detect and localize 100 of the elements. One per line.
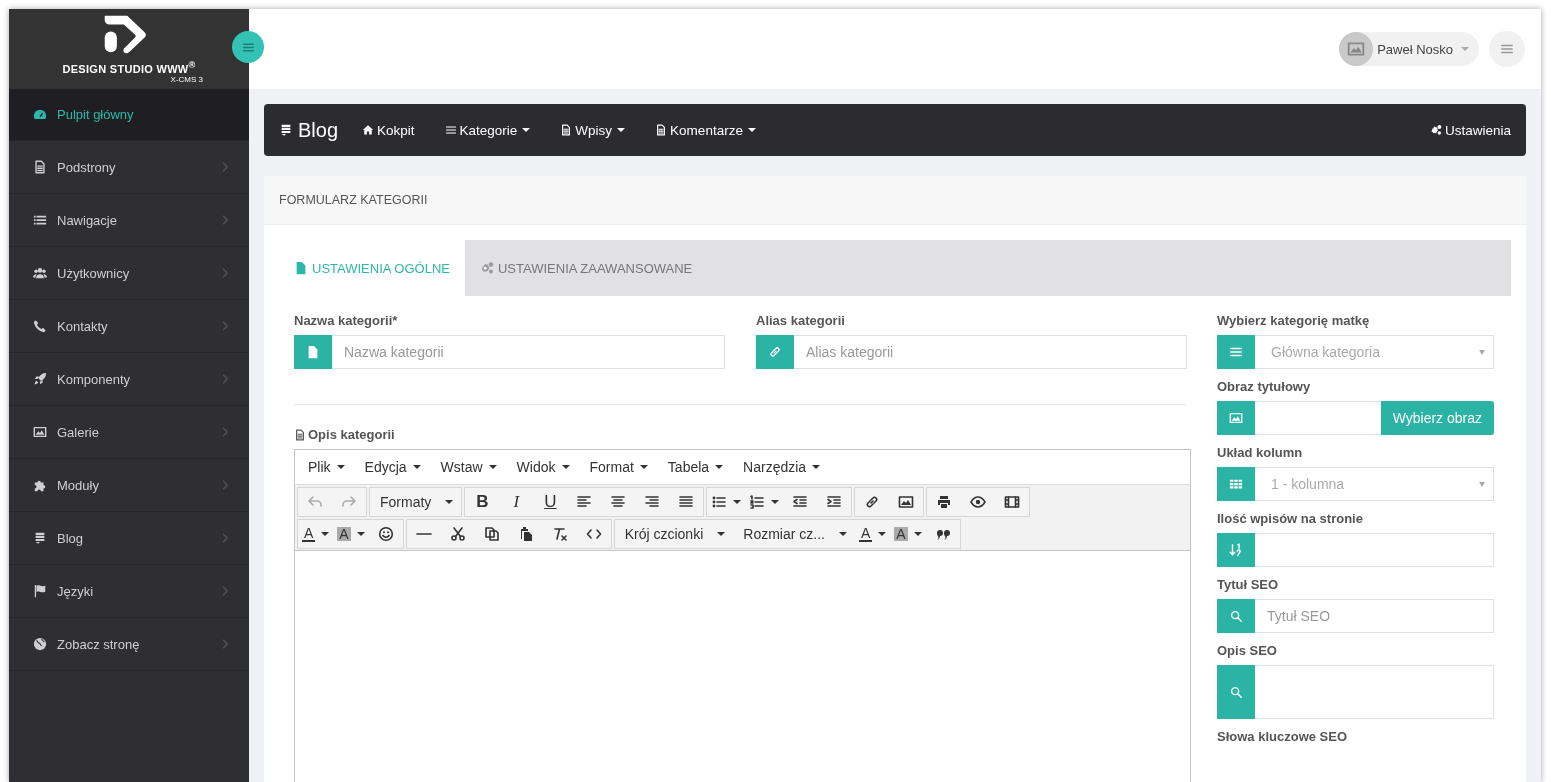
- document-icon: [560, 124, 573, 136]
- field-label: Obraz tytułowy: [1217, 379, 1312, 395]
- field-label: Alias kategorii: [756, 313, 846, 329]
- caret-icon: [445, 500, 454, 504]
- text-color-sample: A: [894, 527, 908, 541]
- search-icon: [1229, 609, 1243, 623]
- copy-icon: [483, 526, 500, 542]
- card-title: FORMULARZ KATEGORII: [264, 176, 1526, 225]
- menu-icon: [1500, 42, 1514, 56]
- phone-icon: [33, 319, 47, 333]
- caret-icon: [617, 128, 626, 132]
- redo-icon: [341, 494, 357, 510]
- select-value: 1 - kolumna: [1271, 476, 1345, 492]
- caret-icon: [356, 532, 365, 536]
- field-label: Układ kolumn: [1217, 445, 1304, 461]
- editor-menu-item[interactable]: Widok: [507, 459, 581, 475]
- film-icon: [1004, 494, 1021, 510]
- printer-icon: [936, 494, 953, 510]
- input-group[interactable]: Tytuł SEO: [1217, 599, 1494, 633]
- document-icon: [33, 160, 47, 174]
- sidebar-item[interactable]: Pulpit główny: [9, 89, 249, 141]
- eye-icon: [970, 494, 987, 510]
- undo-icon: [307, 494, 323, 510]
- nav-link[interactable]: Kokpit: [362, 122, 415, 138]
- stacked-lines-icon: [33, 531, 47, 545]
- image-icon: [898, 494, 915, 510]
- field-label: Opis kategorii: [308, 427, 395, 443]
- select-value: Główna kategoria: [1271, 344, 1380, 360]
- caret-icon: [522, 128, 531, 132]
- editor-menu-item[interactable]: Wstaw: [431, 459, 508, 475]
- align-center-icon: [610, 494, 627, 510]
- editor-menu-item[interactable]: Narzędzia: [734, 459, 832, 475]
- settings-link[interactable]: Ustawienia: [1429, 122, 1511, 138]
- text-color-sample: A: [858, 526, 873, 542]
- toolbar-button[interactable]: I: [499, 488, 534, 516]
- toolbar-dropdown[interactable]: Rozmiar cz...: [733, 520, 855, 548]
- align-justify-icon: [678, 494, 695, 510]
- align-left-icon: [576, 494, 593, 510]
- color-picker-button[interactable]: A: [854, 520, 891, 548]
- numbered-list-icon: [749, 494, 766, 510]
- scissors-icon: [449, 526, 466, 542]
- horizontal-rule-icon: [415, 533, 432, 535]
- text-color-sample: A: [302, 526, 316, 542]
- input-group[interactable]: [1217, 533, 1494, 567]
- gauge-icon: [33, 107, 47, 122]
- caret-icon: [321, 532, 330, 536]
- outdent-icon: [792, 494, 809, 510]
- menu-icon: [1229, 345, 1243, 359]
- link-icon: [864, 494, 881, 510]
- field-label: Nazwa kategorii*: [294, 313, 399, 329]
- house-icon: [362, 124, 375, 136]
- toolbar-button[interactable]: U: [533, 488, 568, 516]
- field-label: Ilość wpisów na stronie: [1217, 511, 1364, 527]
- list-icon: [33, 213, 47, 227]
- nav-link[interactable]: Wpisy: [560, 122, 626, 138]
- chain-link-icon: [768, 345, 782, 359]
- editor-menu-item[interactable]: Edycja: [355, 459, 432, 475]
- align-right-icon: [644, 494, 661, 510]
- caret-icon: [733, 500, 742, 504]
- module-brand-link[interactable]: Blog: [279, 118, 339, 142]
- document-icon: [655, 124, 668, 136]
- color-picker-button[interactable]: A: [890, 520, 926, 548]
- logo-text: DESIGN STUDIO WWW$^{®}$: [62, 60, 196, 75]
- dropdown-arrow-icon: [1479, 349, 1485, 355]
- input-group[interactable]: [1217, 665, 1494, 719]
- toolbar-button[interactable]: B: [465, 488, 500, 516]
- bullet-list-icon: [711, 494, 728, 510]
- editor-menu-item[interactable]: Plik: [299, 459, 356, 475]
- gears-icon: [479, 260, 494, 276]
- indent-icon: [826, 494, 843, 510]
- menu-icon: [444, 124, 457, 136]
- avatar-placeholder-icon: [1347, 40, 1366, 58]
- gears-icon: [1429, 124, 1442, 136]
- toolbar-dropdown[interactable]: Formaty: [370, 488, 462, 516]
- text-color-sample: A: [337, 527, 351, 541]
- tab[interactable]: USTAWIENIA ZAAWANSOWANE: [464, 240, 708, 296]
- puzzle-icon: [33, 478, 47, 492]
- caret-icon: [561, 465, 570, 469]
- caret-icon: [913, 532, 922, 536]
- color-picker-button[interactable]: A: [333, 520, 369, 548]
- caret-icon: [639, 465, 648, 469]
- field-label: Tytuł SEO: [1217, 577, 1280, 593]
- image-icon: [33, 425, 47, 439]
- editor-menu-item[interactable]: Format: [580, 459, 659, 475]
- nav-link[interactable]: Komentarze: [655, 122, 756, 138]
- stacked-lines-icon: [279, 122, 293, 138]
- color-picker-button[interactable]: A: [298, 520, 334, 548]
- editor-menu-item[interactable]: Tabela: [658, 459, 735, 475]
- caret-icon: [412, 465, 421, 469]
- caret-icon: [838, 532, 847, 536]
- sort-number-icon: [1229, 543, 1243, 557]
- caret-icon: [1461, 47, 1469, 51]
- toolbar-dropdown[interactable]: Krój czcionki: [614, 520, 734, 548]
- nav-link[interactable]: Kategorie: [444, 122, 531, 138]
- clear-format-icon: [551, 526, 568, 542]
- user-menu[interactable]: Paweł Nosko: [1339, 32, 1479, 66]
- code-icon: [585, 526, 602, 542]
- users-icon: [33, 266, 47, 280]
- caret-icon: [336, 465, 345, 469]
- smiley-icon: [377, 526, 394, 542]
